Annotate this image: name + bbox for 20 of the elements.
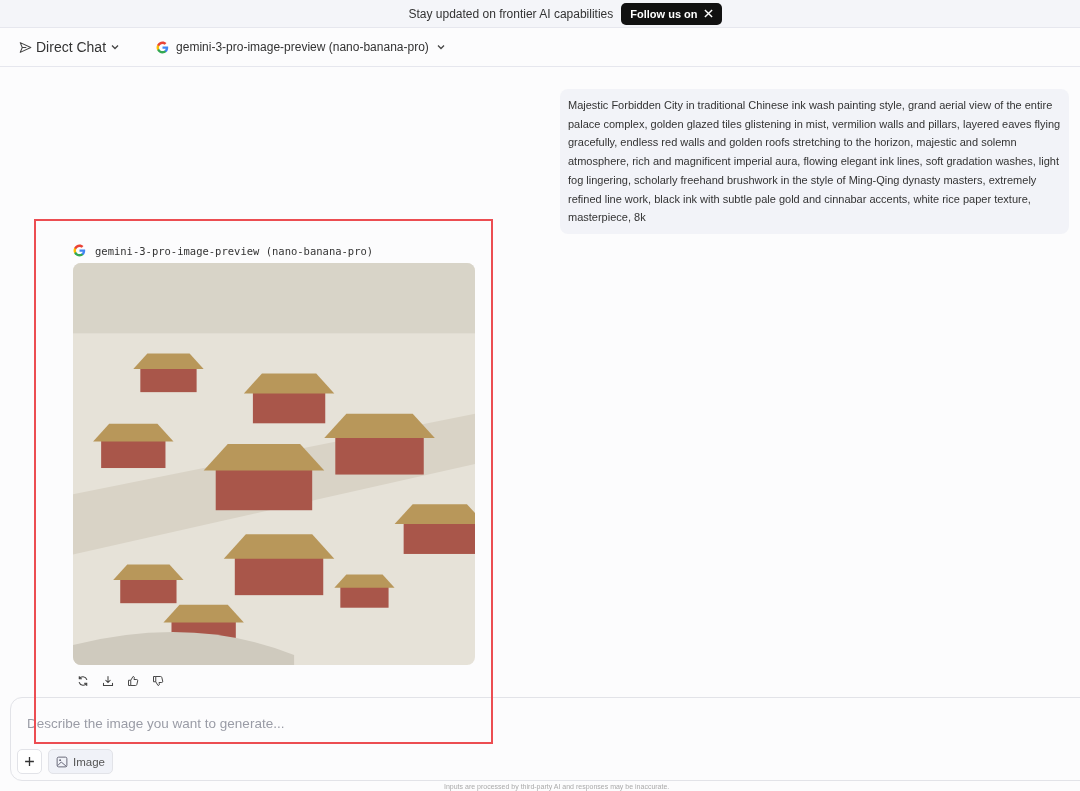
image-button[interactable]: Image: [48, 749, 113, 774]
model-dropdown[interactable]: gemini-3-pro-image-preview (nano-banana-pro): [156, 40, 446, 54]
model-label: gemini-3-pro-image-preview (nano-banana-pro): [95, 244, 374, 257]
add-button[interactable]: [17, 749, 42, 774]
thumbs-down-icon[interactable]: [152, 675, 164, 687]
plus-icon: [24, 756, 35, 767]
thumbs-up-icon[interactable]: [127, 675, 139, 687]
refresh-icon[interactable]: [77, 675, 89, 687]
google-logo-icon: [73, 244, 86, 257]
chevron-down-icon: [435, 42, 446, 52]
x-logo-icon: [703, 9, 713, 18]
mode-dropdown[interactable]: Direct Chat: [19, 39, 121, 55]
image-icon: [56, 755, 68, 768]
chevron-down-icon: [110, 42, 121, 52]
user-message: Majestic Forbidden City in traditional Chinese ink wash painting style, grand aerial view of the entire palace complex, golden glazed tiles glistening in mist, vermilion walls and pillars, layered eaves flying gracefully, endless red walls and golden roofs stretching to the horizon, majestic and solemn atmosphere, rich and magnificent imperial aura, flowing elegant ink lines, soft gradation washes, light fog lingering, scholarly freehand brushwork in the style of Ming-Qing dynasty masters, extremely refined line work, black ink with subtle pale gold and cinnabar accents, white rice paper texture, masterpiece, 8k: [560, 89, 1069, 234]
banner-text: Stay updated on frontier AI capabilities: [408, 6, 614, 21]
google-logo-icon: [156, 40, 170, 54]
download-icon[interactable]: [102, 675, 114, 687]
send-icon: [19, 40, 32, 54]
follow-button[interactable]: Follow us on: [621, 2, 722, 25]
